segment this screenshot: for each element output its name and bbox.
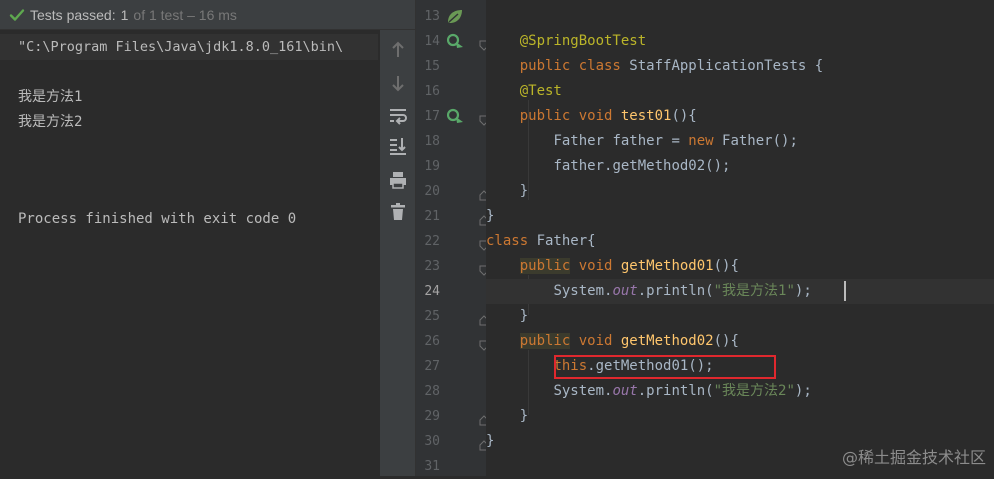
keyword: public void	[519, 108, 621, 124]
editor-gutter: 13 14 15 16 17 18 19 20 21 22 23 24 25 2…	[416, 0, 489, 476]
keyword: void	[570, 333, 621, 349]
status-detail: of 1 test – 16 ms	[133, 6, 237, 23]
console-command-line: "C:\Program Files\Java\jdk1.8.0_161\bin\	[0, 34, 378, 60]
code-text: );	[794, 283, 812, 299]
line-number: 23	[424, 259, 440, 274]
spring-bean-icon[interactable]	[446, 8, 464, 29]
code-line-19: father.getMethod02();	[486, 154, 994, 179]
code-text: (){	[671, 108, 697, 124]
static-field: out	[612, 383, 638, 399]
line-number: 14	[424, 34, 440, 49]
code-line-24-current: System.out.println("我是方法1");	[486, 279, 994, 304]
line-number: 18	[424, 134, 440, 149]
line-number: 20	[424, 184, 440, 199]
code-line-17: public void test01(){	[486, 104, 994, 129]
annotation-highlight-box	[554, 355, 776, 379]
console-line: Process finished with exit code 0	[18, 211, 297, 227]
line-number: 19	[424, 159, 440, 174]
line-number: 26	[424, 334, 440, 349]
line-number: 27	[424, 359, 440, 374]
code-text: System.	[553, 383, 613, 399]
line-number: 15	[424, 59, 440, 74]
string-literal: "我是方法2"	[713, 383, 795, 399]
code-text: (){	[713, 258, 739, 274]
console-output[interactable]: "C:\Program Files\Java\jdk1.8.0_161\bin\…	[0, 30, 380, 476]
scroll-to-end-icon[interactable]	[387, 135, 409, 157]
code-line-22: class Father{	[486, 229, 994, 254]
line-number: 28	[424, 384, 440, 399]
soft-wrap-icon[interactable]	[387, 105, 409, 127]
method-name: getMethod01	[620, 258, 714, 274]
line-number: 22	[424, 234, 440, 249]
annotation: @Test	[519, 83, 562, 99]
trash-icon[interactable]	[387, 201, 409, 223]
code-text: }	[519, 183, 529, 199]
keyword: new	[688, 133, 723, 149]
code-line-14: public class StaffApplicationTests {	[486, 29, 994, 74]
code-text: System.	[553, 283, 613, 299]
run-panel: Tests passed: 1 of 1 test – 16 ms "C:\Pr…	[0, 0, 415, 476]
text-caret	[844, 281, 846, 301]
console-line: 我是方法1	[18, 89, 83, 105]
code-line-20: }	[486, 179, 994, 204]
code-line-23: public void getMethod01(){	[486, 254, 994, 279]
code-line-29: }	[486, 404, 994, 429]
method-name: test01	[620, 108, 672, 124]
code-editor[interactable]: @SpringBootTest public class StaffApplic…	[486, 0, 994, 476]
code-line-28: System.out.println("我是方法2");	[486, 379, 994, 404]
up-arrow-icon[interactable]	[387, 39, 409, 61]
code-line-18: Father father = new Father();	[486, 129, 994, 154]
code-text: .println(	[637, 283, 714, 299]
line-number: 17	[424, 109, 440, 124]
code-text: }	[486, 433, 495, 449]
line-number: 31	[424, 459, 440, 474]
status-passed-count: 1	[120, 6, 129, 23]
code-text: Father father =	[553, 133, 689, 149]
run-test-method-icon[interactable]	[446, 108, 465, 128]
console-line: 我是方法2	[18, 114, 83, 130]
run-test-class-icon[interactable]	[446, 33, 465, 53]
code-line-21: }	[486, 204, 994, 229]
code-text: .println(	[637, 383, 714, 399]
line-number: 21	[424, 209, 440, 224]
code-text: }	[519, 408, 529, 424]
line-number: 30	[424, 434, 440, 449]
code-text: (){	[713, 333, 739, 349]
keyword-highlighted: public	[519, 258, 571, 274]
line-number: 13	[424, 9, 440, 24]
line-number: 16	[424, 84, 440, 99]
down-arrow-icon[interactable]	[387, 72, 409, 94]
code-text: }	[519, 308, 529, 324]
print-icon[interactable]	[387, 169, 409, 191]
code-text: }	[486, 208, 495, 224]
status-passed-label: Tests passed:	[30, 6, 116, 23]
code-line-16: @Test	[486, 79, 994, 104]
code-line-26: public void getMethod02(){	[486, 329, 994, 354]
code-text: father.getMethod02();	[553, 158, 731, 174]
line-number-current: 24	[424, 284, 440, 299]
keyword-highlighted: public	[519, 333, 571, 349]
code-text: Father();	[722, 133, 798, 149]
keyword: class	[486, 233, 537, 249]
static-field: out	[612, 283, 638, 299]
string-literal: "我是方法1"	[713, 283, 795, 299]
code-text: );	[794, 383, 812, 399]
keyword: void	[570, 258, 621, 274]
console-toolbar	[380, 30, 415, 476]
line-number: 25	[424, 309, 440, 324]
watermark: @稀土掘金技术社区	[841, 448, 986, 467]
check-icon	[6, 4, 28, 26]
line-number: 29	[424, 409, 440, 424]
code-line-13: @SpringBootTest	[486, 4, 994, 49]
class-name: Father{	[536, 233, 596, 249]
code-line-25: }	[486, 304, 994, 329]
test-status-bar: Tests passed: 1 of 1 test – 16 ms	[0, 0, 415, 30]
method-name: getMethod02	[620, 333, 714, 349]
